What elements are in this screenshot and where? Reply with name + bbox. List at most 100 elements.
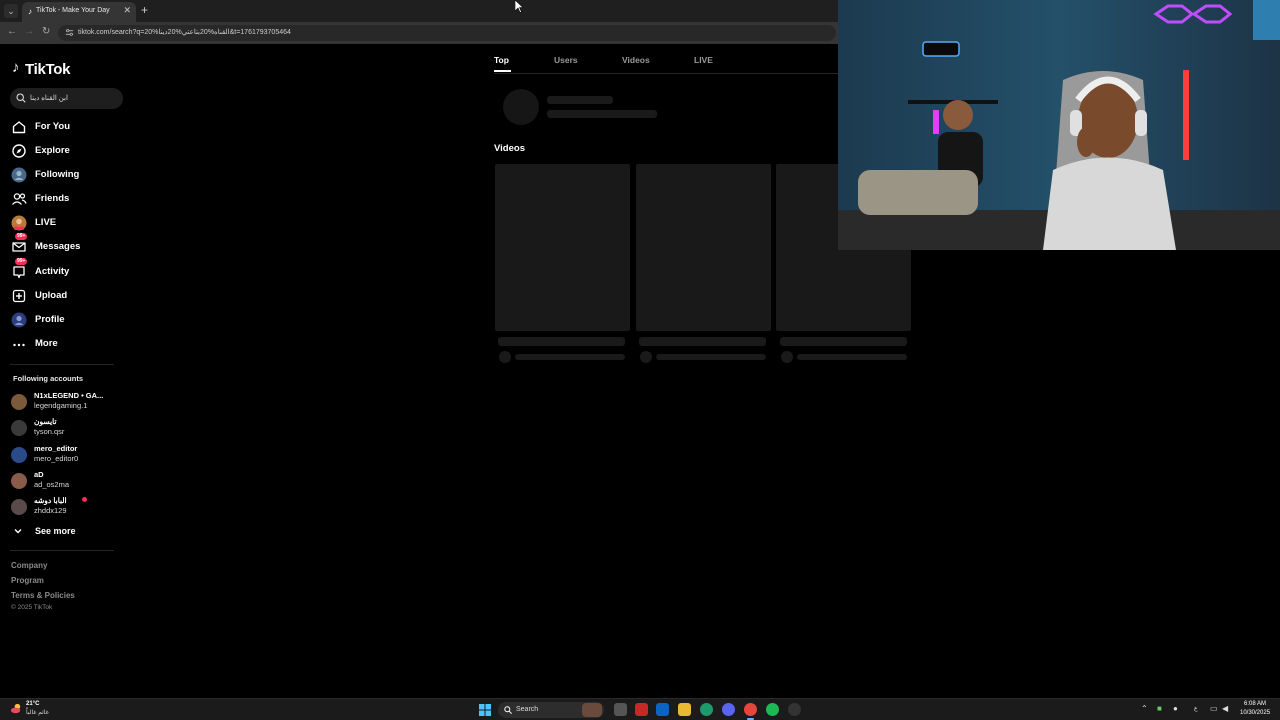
skeleton-line: [547, 96, 613, 104]
video-card-skeleton: [495, 164, 630, 331]
footer-link-program[interactable]: Program: [11, 576, 44, 585]
skeleton-line: [656, 354, 766, 360]
more-icon: [13, 343, 25, 347]
avatar: [11, 394, 27, 410]
nav-profile[interactable]: Profile: [10, 310, 125, 330]
tray-overflow-icon[interactable]: ⌃: [1141, 704, 1148, 713]
outlook-icon[interactable]: [656, 703, 669, 716]
tab-close-icon[interactable]: ✕: [123, 5, 131, 16]
skeleton-line: [780, 337, 907, 346]
avatar: [11, 473, 27, 489]
tab-title: TikTok - Make Your Day: [36, 7, 110, 14]
reload-icon[interactable]: ↻: [42, 26, 50, 37]
chrome-icon[interactable]: [744, 703, 757, 720]
skeleton-avatar: [781, 351, 793, 363]
account-handle: ad_os2ma: [34, 480, 70, 489]
volume-icon[interactable]: ◀: [1222, 704, 1228, 713]
sidebar-divider: [10, 550, 114, 551]
network-icon[interactable]: ▭: [1210, 704, 1218, 713]
nav-following[interactable]: Following: [10, 165, 125, 185]
taskbar-search[interactable]: Search: [498, 702, 604, 718]
tabs-divider: [494, 73, 838, 74]
spotify-icon[interactable]: [766, 703, 779, 716]
address-bar[interactable]: tiktok.com/search?q=20%القناه%20بتاعتي%2…: [58, 25, 836, 41]
forward-icon[interactable]: →: [24, 26, 34, 37]
microphone-icon[interactable]: ●: [1173, 704, 1178, 713]
new-tab-button[interactable]: +: [141, 3, 148, 17]
footer-link-company[interactable]: Company: [11, 561, 47, 570]
account-handle: tyson.qsr: [34, 427, 65, 436]
logo-text: TikTok: [25, 61, 71, 78]
windows-start-icon[interactable]: [479, 704, 491, 716]
tab-videos[interactable]: Videos: [622, 55, 650, 65]
webcam-scene: [838, 0, 1280, 250]
skeleton-line: [639, 337, 766, 346]
edge-browser-icon[interactable]: [700, 703, 713, 716]
nav-label: More: [35, 338, 58, 349]
nvidia-tray-icon[interactable]: ■: [1157, 704, 1162, 713]
home-icon: [12, 121, 26, 134]
clock-date[interactable]: 10/30/2025: [1240, 710, 1270, 716]
following-account[interactable]: تايسون tyson.qsr: [10, 416, 125, 438]
nav-more[interactable]: More: [10, 334, 125, 354]
nav-friends[interactable]: Friends: [10, 189, 125, 209]
live-icon: [11, 215, 27, 231]
following-avatar-icon: [11, 167, 27, 183]
following-account[interactable]: البابا دوشه zhddx129: [10, 495, 125, 517]
weather-cloud-icon[interactable]: [10, 702, 23, 715]
clock-time[interactable]: 6:08 AM: [1244, 701, 1266, 707]
following-accounts-title: Following accounts: [13, 374, 84, 383]
tiktok-note-icon: ♪: [12, 59, 20, 76]
nav-label: Messages: [35, 241, 81, 252]
nav-label: Activity: [35, 266, 70, 277]
browser-tab[interactable]: ♪ TikTok - Make Your Day ✕: [22, 2, 136, 22]
compass-icon: [12, 144, 26, 158]
search-input[interactable]: ابن القناه دينا: [10, 88, 123, 109]
nav-label: For You: [35, 121, 71, 132]
live-indicator-icon: [82, 497, 87, 502]
account-name: تايسون: [34, 417, 57, 426]
site-info-icon[interactable]: [65, 28, 74, 37]
account-name: mero_editor: [34, 444, 78, 453]
following-account[interactable]: N1xLEGEND • GA... legendgaming.1: [10, 390, 125, 412]
recorder-app-icon[interactable]: [635, 703, 648, 716]
upload-icon: [12, 289, 26, 303]
avatar: [11, 420, 27, 436]
weather-temperature: 21°C: [26, 701, 40, 707]
nav-upload[interactable]: Upload: [10, 286, 125, 306]
nav-activity[interactable]: 99+ Activity: [10, 258, 125, 282]
following-account[interactable]: mero_editor mero_editor0: [10, 443, 125, 465]
footer-link-terms[interactable]: Terms & Policies: [11, 591, 75, 600]
tab-users[interactable]: Users: [554, 55, 578, 65]
nav-label: Following: [35, 169, 80, 180]
activity-icon: [13, 266, 25, 279]
nav-live[interactable]: LIVE: [10, 213, 125, 233]
nav-for-you[interactable]: For You: [10, 117, 125, 137]
nav-messages[interactable]: 99+ Messages: [10, 233, 125, 257]
account-handle: zhddx129: [34, 506, 67, 515]
obs-icon[interactable]: [788, 703, 801, 716]
tab-live[interactable]: LIVE: [694, 55, 713, 65]
messages-icon: [12, 242, 26, 252]
task-view-icon[interactable]: [614, 703, 627, 716]
following-account[interactable]: aD ad_os2ma: [10, 469, 125, 491]
webcam-overlay: [838, 0, 1280, 250]
nav-explore[interactable]: Explore: [10, 141, 125, 161]
tab-top[interactable]: Top: [494, 55, 509, 65]
nav-label: Friends: [35, 193, 70, 204]
taskbar: 21°C غائم غالباً Search ⌃ ■ ● ع ▭ ◀ 6:08…: [0, 698, 1280, 720]
back-icon[interactable]: ←: [7, 26, 17, 37]
nav-label: Explore: [35, 145, 70, 156]
tab-search-button[interactable]: ⌄: [4, 4, 18, 18]
search-highlight-icon: [582, 703, 602, 717]
account-handle: mero_editor0: [34, 454, 79, 463]
discord-icon[interactable]: [722, 703, 735, 716]
nav-label: Profile: [35, 314, 65, 325]
sidebar-divider: [10, 364, 114, 365]
copyright: © 2025 TikTok: [11, 604, 53, 611]
file-explorer-icon[interactable]: [678, 703, 691, 716]
chevron-down-icon: [14, 529, 22, 534]
skeleton-line: [547, 110, 657, 118]
account-handle: legendgaming.1: [34, 401, 88, 410]
input-language-indicator[interactable]: ع: [1194, 705, 1198, 712]
